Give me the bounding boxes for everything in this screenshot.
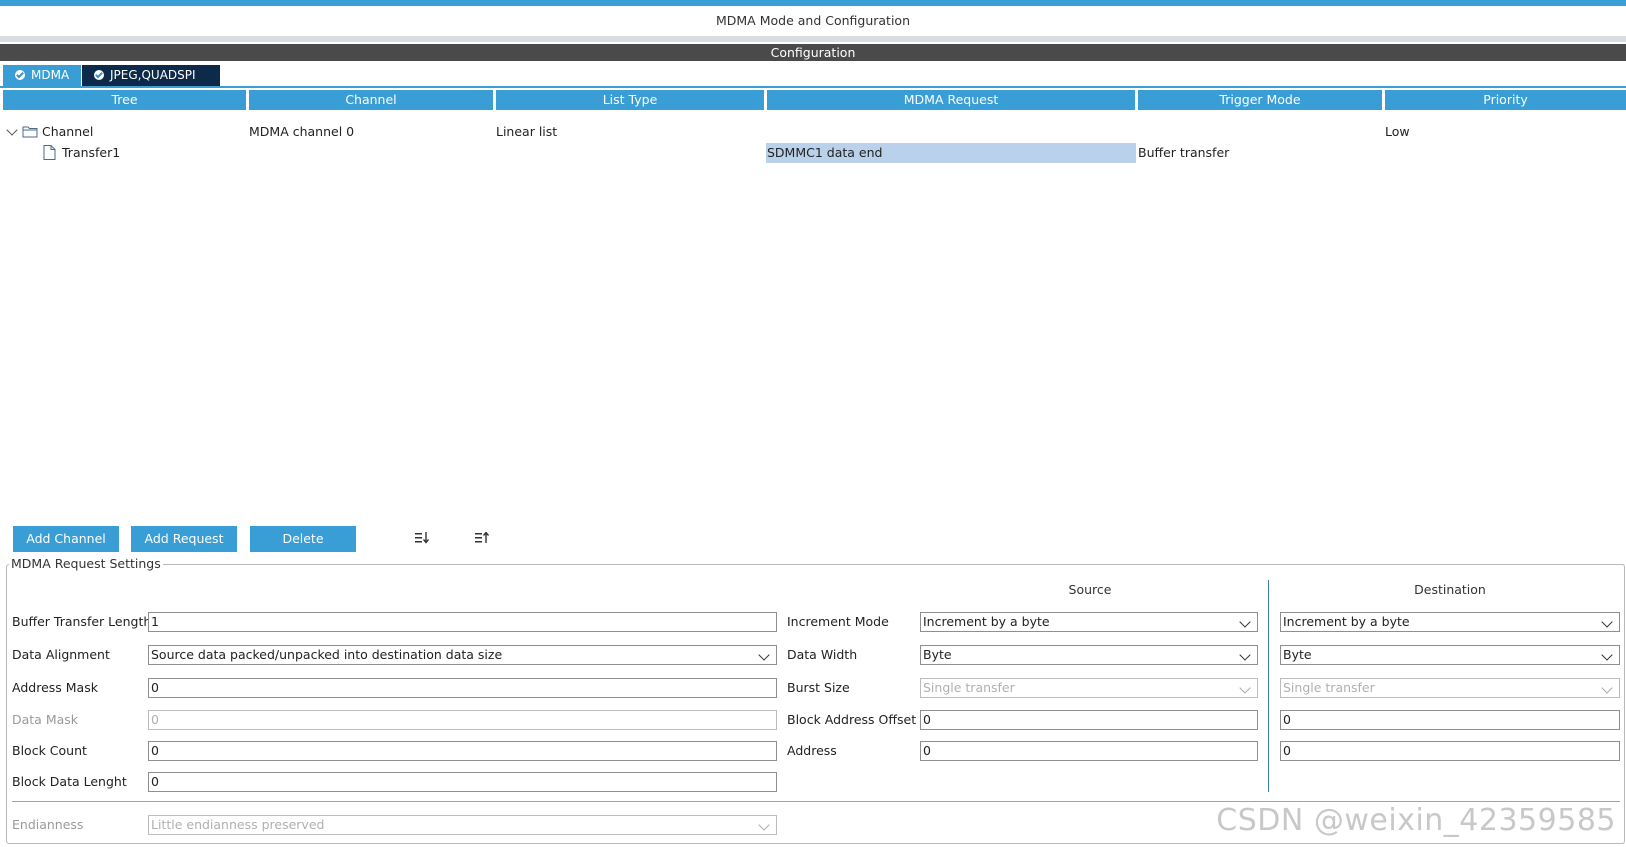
window-title: MDMA Mode and Configuration — [715, 13, 910, 28]
tab-mdma[interactable]: MDMA — [3, 65, 81, 86]
watermark: CSDN @weixin_42359585 — [1216, 803, 1616, 838]
cell-list-type: Linear list — [496, 124, 558, 139]
increment-mode-label: Increment Mode — [787, 614, 889, 629]
cell-priority: Low — [1385, 124, 1410, 139]
source-burst-size-select: Single transfer — [920, 678, 1258, 698]
burst-size-label: Burst Size — [787, 680, 850, 695]
chevron-down-icon — [1601, 649, 1613, 661]
block-data-length-label: Block Data Lenght — [12, 774, 127, 789]
chevron-down-icon — [1239, 649, 1251, 661]
tab-jpeg-quadspi[interactable]: JPEG,QUADSPI — [82, 65, 220, 86]
endianness-value: Little endianness preserved — [151, 817, 325, 832]
tab-underline — [0, 86, 1626, 88]
sort-down-icon[interactable] — [415, 532, 429, 544]
source-address-input[interactable]: 0 — [920, 741, 1258, 761]
destination-increment-mode-select[interactable]: Increment by a byte — [1280, 612, 1620, 632]
chevron-down-icon — [1239, 682, 1251, 694]
chevron-down-icon — [1239, 616, 1251, 628]
table-row[interactable]: Channel MDMA channel 0 Linear list Low — [0, 122, 1626, 142]
data-width-label: Data Width — [787, 647, 858, 662]
column-header-tree[interactable]: Tree — [3, 90, 246, 110]
source-burst-size-value: Single transfer — [923, 680, 1015, 695]
column-separator — [1268, 580, 1269, 792]
tree-label-transfer: Transfer1 — [62, 145, 121, 160]
destination-burst-size-select: Single transfer — [1280, 678, 1620, 698]
chevron-down-icon[interactable] — [6, 124, 18, 136]
destination-increment-mode-value: Increment by a byte — [1283, 614, 1410, 629]
table-row[interactable]: Transfer1 SDMMC1 data end Buffer transfe… — [0, 143, 1626, 163]
request-settings-group — [6, 564, 1625, 844]
add-channel-button[interactable]: Add Channel — [13, 526, 119, 552]
data-alignment-label: Data Alignment — [12, 647, 110, 662]
request-settings-legend: MDMA Request Settings — [9, 556, 163, 571]
document-icon — [43, 145, 56, 160]
check-circle-icon — [94, 70, 104, 80]
chevron-down-icon — [1601, 616, 1613, 628]
sort-up-icon[interactable] — [475, 532, 489, 544]
buffer-transfer-length-input[interactable]: 1 — [148, 612, 777, 632]
column-header-trigger-mode[interactable]: Trigger Mode — [1138, 90, 1382, 110]
address-label: Address — [787, 743, 837, 758]
check-circle-icon — [15, 70, 25, 80]
address-mask-label: Address Mask — [12, 680, 98, 695]
destination-data-width-value: Byte — [1283, 647, 1312, 662]
source-increment-mode-select[interactable]: Increment by a byte — [920, 612, 1258, 632]
cell-channel: MDMA channel 0 — [249, 124, 355, 139]
destination-address-input[interactable]: 0 — [1280, 741, 1620, 761]
destination-block-address-offset-input[interactable]: 0 — [1280, 710, 1620, 730]
destination-column-header: Destination — [1414, 582, 1486, 597]
buffer-transfer-length-label: Buffer Transfer Length — [12, 614, 152, 629]
source-increment-mode-value: Increment by a byte — [923, 614, 1050, 629]
data-alignment-select[interactable]: Source data packed/unpacked into destina… — [148, 645, 777, 665]
add-request-button[interactable]: Add Request — [131, 526, 237, 552]
column-header-list-type[interactable]: List Type — [496, 90, 764, 110]
column-header-priority[interactable]: Priority — [1385, 90, 1626, 110]
source-data-width-select[interactable]: Byte — [920, 645, 1258, 665]
destination-data-width-select[interactable]: Byte — [1280, 645, 1620, 665]
endianness-select: Little endianness preserved — [148, 815, 777, 835]
endianness-separator — [12, 801, 1620, 802]
data-mask-input: 0 — [148, 710, 777, 730]
source-column-header: Source — [1068, 582, 1112, 597]
tree-label-channel: Channel — [42, 124, 94, 139]
block-address-offset-label: Block Address Offset — [787, 712, 917, 727]
source-data-width-value: Byte — [923, 647, 952, 662]
block-count-input[interactable]: 0 — [148, 741, 777, 761]
chevron-down-icon — [1601, 682, 1613, 694]
delete-button[interactable]: Delete — [250, 526, 356, 552]
chevron-down-icon — [758, 819, 770, 831]
source-block-address-offset-input[interactable]: 0 — [920, 710, 1258, 730]
chevron-down-icon — [758, 649, 770, 661]
block-count-label: Block Count — [12, 743, 87, 758]
cell-mdma-request[interactable]: SDMMC1 data end — [766, 143, 1136, 163]
folder-icon — [22, 126, 38, 138]
title-separator — [0, 36, 1626, 42]
endianness-label: Endianness — [12, 817, 84, 832]
address-mask-input[interactable]: 0 — [148, 678, 777, 698]
cell-trigger-mode: Buffer transfer — [1138, 145, 1230, 160]
column-header-channel[interactable]: Channel — [249, 90, 493, 110]
destination-burst-size-value: Single transfer — [1283, 680, 1375, 695]
data-mask-label: Data Mask — [12, 712, 79, 727]
configuration-bar: Configuration — [0, 44, 1626, 61]
column-header-mdma-request[interactable]: MDMA Request — [767, 90, 1135, 110]
tab-jpeg-label: JPEG,QUADSPI — [110, 68, 196, 82]
block-data-length-input[interactable]: 0 — [148, 772, 777, 792]
tab-mdma-label: MDMA — [31, 68, 70, 82]
data-alignment-value: Source data packed/unpacked into destina… — [151, 647, 503, 662]
